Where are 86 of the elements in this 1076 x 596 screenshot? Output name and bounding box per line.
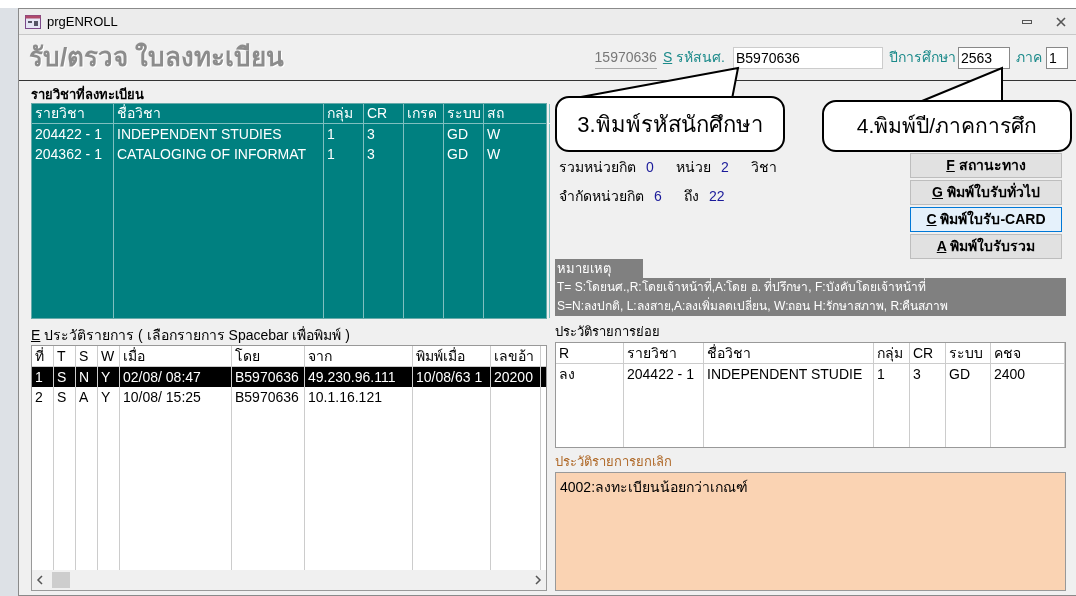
column-header: รายวิชา: [32, 104, 114, 123]
table-cell: ลง: [556, 364, 624, 384]
table-cell: 204422 - 1: [624, 364, 704, 384]
print-button[interactable]: G พิมพ์ใบรับทั่วไป: [910, 180, 1062, 205]
notes-line: S=N:ลงปกติ, L:ลงสาย,A:ลงเพิ่มลดเปลี่ยน, W:ถอน H:รักษาสภาพ, R:คืนสภาพ: [557, 297, 950, 315]
column-header: เมื่อ: [120, 346, 232, 366]
table-cell: B5970636: [232, 387, 305, 407]
column-header: คชจ: [991, 343, 1065, 363]
student-number: 15970636: [594, 46, 657, 69]
column-header: สถ: [484, 104, 550, 123]
window-title: prgENROLL: [47, 12, 118, 31]
table-cell: GD: [946, 364, 991, 384]
column-header: T: [54, 346, 76, 366]
details-label: ประวัติรายการย่อย: [555, 323, 661, 341]
column-header: จาก: [305, 346, 413, 366]
column-header: ชื่อวิชา: [704, 343, 874, 363]
cancellations-label: ประวัติรายการยกเลิก: [555, 453, 673, 471]
scroll-left-icon[interactable]: [36, 575, 44, 585]
table-cell: 1: [324, 124, 364, 144]
table-cell: GD: [444, 144, 484, 164]
table-cell: W: [484, 124, 550, 144]
column-header: ชื่อวิชา: [114, 104, 324, 123]
column-header: ที่: [32, 346, 54, 366]
table-cell: S: [54, 387, 76, 407]
year-field[interactable]: 2563: [958, 46, 1010, 69]
table-cell: 204422 - 1: [32, 124, 114, 144]
column-header: กลุ่ม: [324, 104, 364, 123]
table-cell: INDEPENDENT STUDIES: [114, 124, 324, 144]
summary-label: รวมหน่วยกิต: [559, 158, 636, 177]
print-button[interactable]: A พิมพ์ใบรับรวม: [910, 234, 1062, 259]
student-id-field[interactable]: B5970636: [733, 46, 883, 69]
column-header: ระบบ: [444, 104, 484, 123]
summary-value: 22: [709, 187, 726, 206]
table-cell: 1: [874, 364, 910, 384]
scroll-thumb[interactable]: [52, 572, 70, 588]
form-title: รับ/ตรวจ ใบลงทะเบียน: [29, 41, 285, 74]
cancellation-text: 4002:ลงทะเบียนน้อยกว่าเกณฑ์: [560, 479, 749, 495]
term-field[interactable]: 1: [1046, 46, 1068, 69]
column-header: กลุ่ม: [874, 343, 910, 363]
table-cell: A: [76, 387, 98, 407]
print-button[interactable]: F สถานะทาง: [910, 153, 1062, 178]
summary-value: 6: [654, 187, 663, 206]
table-cell: W: [484, 144, 550, 164]
table-cell: 2: [32, 387, 54, 407]
column-header: โดย: [232, 346, 305, 366]
column-header: CR: [364, 104, 404, 123]
summary-label: วิชา: [751, 158, 777, 177]
student-id-label: S รหัสนศ.: [662, 48, 725, 67]
form-icon: [25, 14, 41, 29]
section-label: รายวิชาที่ลงทะเบียน: [31, 85, 145, 103]
table-cell: 3: [364, 144, 404, 164]
close-icon[interactable]: [1056, 16, 1066, 27]
column-header: S: [76, 346, 98, 366]
table-cell: Y: [98, 387, 120, 407]
table-cell: 3: [910, 364, 946, 384]
table-cell: CATALOGING OF INFORMAT: [114, 144, 324, 164]
table-cell: 1: [324, 144, 364, 164]
term-label: ภาค: [1016, 48, 1042, 67]
table-cell: GD: [444, 124, 484, 144]
column-header: เลขอ้า: [491, 346, 541, 366]
summary-label: จำกัดหน่วยกิต: [559, 187, 644, 206]
table-cell: 3: [364, 124, 404, 144]
column-header: รายวิชา: [624, 343, 704, 363]
column-header: W: [98, 346, 120, 366]
minimize-icon[interactable]: [1022, 19, 1032, 24]
history-label: E ประวัติรายการ ( เลือกรายการ Spacebar เพื่อพิมพ์ ): [31, 325, 351, 345]
notes-title: หมายเหตุ: [555, 259, 643, 278]
scroll-right-icon[interactable]: [534, 575, 542, 585]
column-header: CR: [910, 343, 946, 363]
summary-value: 0: [646, 158, 655, 177]
column-header: ระบบ: [946, 343, 991, 363]
year-label: ปีการศึกษา: [889, 48, 956, 67]
column-header: พิมพ์เมื่อ: [413, 346, 491, 366]
summary-label: ถึง: [684, 187, 699, 206]
column-header: R: [556, 343, 624, 363]
table-cell: 204362 - 1: [32, 144, 114, 164]
print-button[interactable]: C พิมพ์ใบรับ-CARD: [910, 207, 1062, 232]
table-cell: 10/08/ 15:25: [120, 387, 232, 407]
column-header: เกรด: [404, 104, 444, 123]
notes-line: T= S:โดยนศ.,R:โดยเจ้าหน้าที่,A:โดย อ. ที่ปรึกษา, F:บังคับโดยเจ้าหน้าที่: [557, 278, 927, 296]
table-cell: 10.1.16.121: [305, 387, 413, 407]
table-cell: 2400: [991, 364, 1065, 384]
table-cell: INDEPENDENT STUDIE: [704, 364, 874, 384]
history-row[interactable]: 1 S N Y 02/08/ 08:47 B5970636 49.230.96.111 10/08/63 1 20200: [32, 367, 546, 387]
summary-value: 2: [721, 158, 730, 177]
summary-label: หน่วย: [676, 158, 711, 177]
